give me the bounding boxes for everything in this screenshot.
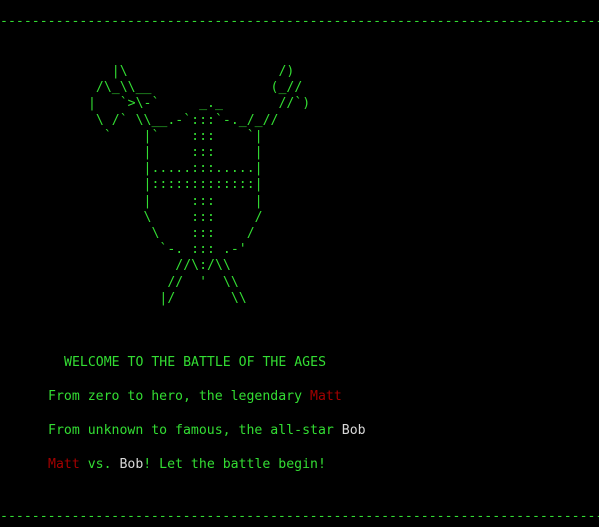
player-name-matt: Matt	[310, 389, 342, 404]
player-name-bob: Bob	[341, 423, 366, 438]
player-name-matt: Matt	[48, 457, 80, 472]
welcome-heading: WELCOME TO THE BATTLE OF THE AGES	[64, 355, 327, 370]
intro-line-bob: From unknown to famous, the all-star Bob	[48, 423, 366, 439]
battle-begin-text: ! Let the battle begin!	[143, 457, 326, 472]
ascii-art-warrior: |\ /) /\_\\__ (_// | `>\-` _._ //`) \ /`…	[87, 64, 311, 306]
player-name-bob: Bob	[119, 457, 144, 472]
bottom-divider: ----------------------------------------…	[0, 510, 599, 524]
intro-line-matt: From zero to hero, the legendary Matt	[48, 389, 342, 405]
top-divider: ----------------------------------------…	[0, 15, 599, 29]
battle-start-line: Matt vs. Bob! Let the battle begin!	[48, 457, 326, 473]
versus-text: vs.	[79, 457, 120, 472]
intro-text: From zero to hero, the legendary	[48, 389, 311, 404]
intro-text: From unknown to famous, the all-star	[48, 423, 342, 438]
terminal-window[interactable]: ----------------------------------------…	[0, 0, 599, 527]
